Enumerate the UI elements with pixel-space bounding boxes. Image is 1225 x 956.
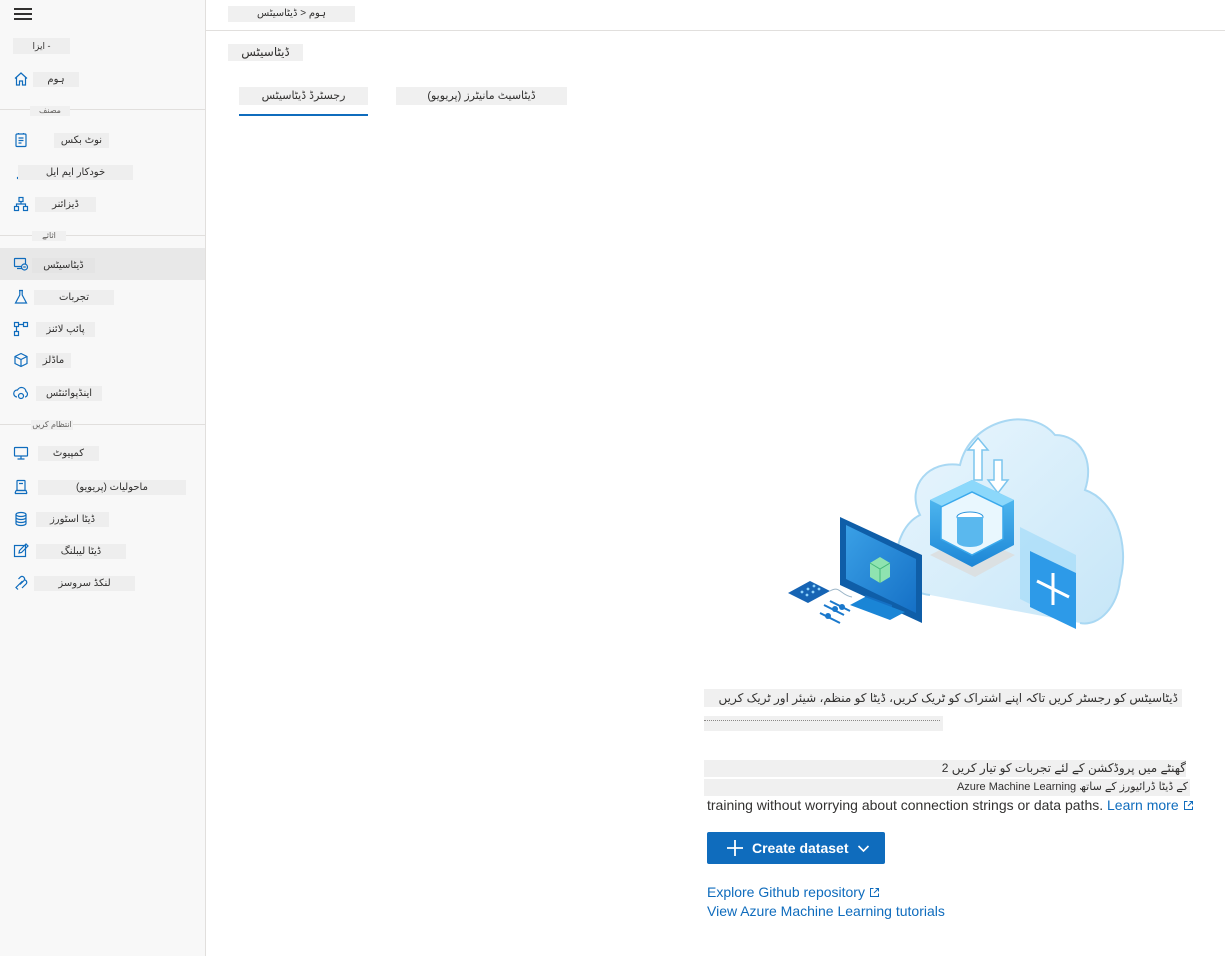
nav-label: نوٹ بکس — [54, 133, 109, 148]
nav-item-designer[interactable]: ڈیزائنر — [0, 188, 205, 220]
left-navigation: ایزا - ہوم مصنف نوٹ بکس خودکار ایم ایل ڈ… — [0, 0, 206, 956]
datasets-icon — [13, 256, 29, 272]
external-link-icon — [869, 888, 879, 897]
active-tab-indicator — [239, 114, 368, 116]
nav-item-linked-services[interactable]: لنکڈ سروسز — [0, 567, 205, 599]
paragraph-text: training without worrying about connecti… — [707, 797, 1104, 813]
nav-item-automl[interactable]: خودکار ایم ایل — [0, 156, 205, 188]
nav-label: کمپیوٹ — [38, 446, 99, 461]
linked-services-icon — [13, 575, 29, 591]
models-icon — [13, 352, 29, 368]
nav-item-pipelines[interactable]: پائپ لائنز — [0, 313, 205, 345]
nav-item-compute[interactable]: کمپیوٹ — [0, 437, 205, 469]
endpoints-icon — [13, 385, 29, 401]
nav-label: ڈیٹاسیٹس — [32, 258, 95, 273]
nav-item-experiments[interactable]: تجربات — [0, 281, 205, 313]
nav-label: اینڈپوائنٹس — [36, 386, 102, 401]
learn-more-link[interactable]: Learn more — [1107, 797, 1194, 813]
empty-state-heading: ڈیٹاسیٹس کو رجسٹر کریں تاکہ اپنے اشتراک … — [704, 689, 1182, 707]
breadcrumb[interactable]: ہوم < ڈیٹاسیٹس — [228, 6, 355, 22]
nav-label: خودکار ایم ایل — [18, 165, 133, 180]
nav-label: لنکڈ سروسز — [34, 576, 135, 591]
explore-github-label: Explore Github repository — [707, 884, 865, 900]
external-link-icon — [1183, 801, 1193, 810]
nav-label: ہوم — [33, 72, 79, 87]
nav-label: ڈیٹا اسٹورز — [36, 512, 109, 527]
section-author: مصنف — [30, 106, 70, 116]
datastores-icon — [13, 511, 29, 527]
empty-state-illustration — [780, 405, 1130, 633]
chevron-down-icon — [857, 844, 869, 852]
nav-item-datastores[interactable]: ڈیٹا اسٹورز — [0, 503, 205, 535]
empty-state-paragraph-line-1: گھنٹے میں پروڈکشن کے لئے تجربات کو تیار … — [941, 761, 1186, 775]
empty-state-paragraph-line-2: Azure Machine Learning کے ڈیٹا ڈرائیورز … — [956, 781, 1188, 793]
tab-registered-datasets[interactable]: رجسٹرڈ ڈیٹاسیٹس — [239, 87, 368, 105]
nav-label: تجربات — [34, 290, 114, 305]
explore-github-link[interactable]: Explore Github repository — [707, 883, 880, 901]
nav-item-models[interactable]: ماڈلز — [0, 344, 205, 376]
nav-item-endpoints[interactable]: اینڈپوائنٹس — [0, 377, 205, 409]
create-dataset-label: Create dataset — [752, 840, 849, 856]
plus-icon — [727, 840, 743, 856]
designer-icon — [13, 196, 29, 212]
nav-item-datasets[interactable]: ڈیٹاسیٹس — [0, 248, 205, 280]
section-assets: اثاثے — [32, 231, 66, 241]
divider — [0, 235, 205, 236]
environments-icon — [13, 479, 29, 495]
learn-more-label: Learn more — [1107, 797, 1179, 813]
nav-label: پائپ لائنز — [36, 322, 95, 337]
nav-label: ماڈلز — [36, 353, 71, 368]
page-title: ڈیٹاسیٹس — [228, 44, 303, 61]
experiments-icon — [13, 289, 29, 305]
nav-item-environments[interactable]: ماحولیات (پریویو) — [0, 471, 205, 503]
pipelines-icon — [13, 321, 29, 337]
workspace-name[interactable]: ایزا - — [13, 38, 70, 54]
home-icon — [13, 71, 29, 87]
nav-label: ڈیزائنر — [35, 197, 96, 212]
nav-item-home[interactable]: ہوم — [0, 63, 205, 95]
nav-label: ڈیٹا لیبلنگ — [36, 544, 126, 559]
labeling-icon — [13, 543, 29, 559]
header-divider — [206, 30, 1225, 31]
view-tutorials-link[interactable]: View Azure Machine Learning tutorials — [707, 902, 945, 920]
nav-item-notebooks[interactable]: نوٹ بکس — [0, 124, 205, 156]
empty-state-paragraph-line-3: training without worrying about connecti… — [707, 796, 1194, 814]
tab-dataset-monitors[interactable]: ڈیٹاسیٹ مانیٹرز (پریویو) — [396, 87, 567, 105]
hamburger-menu-icon[interactable] — [14, 8, 32, 22]
compute-icon — [13, 445, 29, 461]
nav-item-data-labeling[interactable]: ڈیٹا لیبلنگ — [0, 535, 205, 567]
create-dataset-button[interactable]: Create dataset — [707, 832, 885, 864]
empty-state-heading-continuation — [704, 716, 943, 731]
section-manage: انتظام کریں — [31, 420, 73, 430]
notebook-icon — [13, 132, 29, 148]
nav-label: ماحولیات (پریویو) — [38, 480, 186, 495]
